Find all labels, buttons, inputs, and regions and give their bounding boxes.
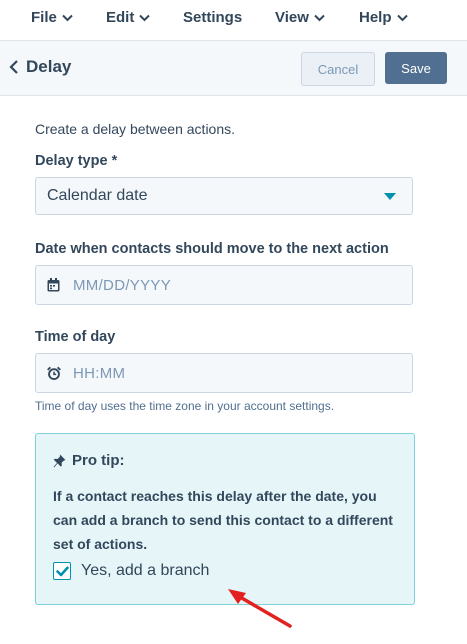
date-input[interactable]: MM/DD/YYYY [35, 265, 413, 305]
menu-file[interactable]: File [31, 9, 73, 26]
alarm-clock-icon [47, 366, 61, 380]
chevron-down-icon [62, 14, 73, 21]
pushpin-icon [53, 454, 66, 467]
cancel-button[interactable]: Cancel [301, 52, 375, 86]
time-label: Time of day [35, 329, 116, 345]
date-placeholder: MM/DD/YYYY [73, 276, 172, 294]
menu-view[interactable]: View [275, 9, 325, 26]
chevron-down-icon [139, 14, 151, 21]
calendar-icon [47, 278, 61, 292]
add-branch-checkbox-row[interactable]: Yes, add a branch [53, 562, 209, 580]
chevron-down-icon [396, 14, 408, 21]
menu-bar: File Edit Settings View Help [0, 0, 467, 41]
delay-type-label: Delay type * [35, 153, 118, 169]
menu-help-label: Help [359, 9, 392, 26]
pro-tip-heading: Pro tip: [53, 452, 125, 469]
pro-tip-title: Pro tip: [72, 452, 125, 469]
pro-tip-body: If a contact reaches this delay after th… [53, 488, 393, 552]
chevron-left-icon [9, 60, 18, 74]
checkmark-icon [55, 566, 69, 576]
chevron-down-icon [314, 14, 325, 21]
menu-settings[interactable]: Settings [183, 9, 242, 26]
menu-edit[interactable]: Edit [106, 9, 151, 26]
back-button[interactable]: Delay [8, 57, 71, 77]
form-intro: Create a delay between actions. [35, 121, 236, 137]
save-button[interactable]: Save [385, 52, 447, 84]
add-branch-checkbox[interactable] [53, 562, 71, 580]
menu-file-label: File [31, 9, 57, 26]
menu-edit-label: Edit [106, 9, 135, 26]
menu-help[interactable]: Help [359, 9, 408, 26]
date-label: Date when contacts should move to the ne… [35, 241, 389, 257]
menu-view-label: View [275, 9, 309, 26]
time-input[interactable]: HH:MM [35, 353, 413, 393]
time-help-text: Time of day uses the time zone in your a… [35, 399, 335, 413]
delay-type-select[interactable]: Calendar date [35, 177, 413, 215]
delay-type-value: Calendar date [47, 187, 148, 204]
page-title: Delay [26, 57, 72, 76]
panel-header: Delay Cancel Save [0, 41, 467, 96]
menu-settings-label: Settings [183, 9, 243, 26]
red-arrow-annotation [228, 589, 292, 628]
add-branch-label: Yes, add a branch [81, 562, 210, 579]
caret-down-icon [384, 193, 396, 200]
pro-tip-box: Pro tip: If a contact reaches this delay… [35, 433, 415, 605]
time-placeholder: HH:MM [73, 364, 126, 382]
